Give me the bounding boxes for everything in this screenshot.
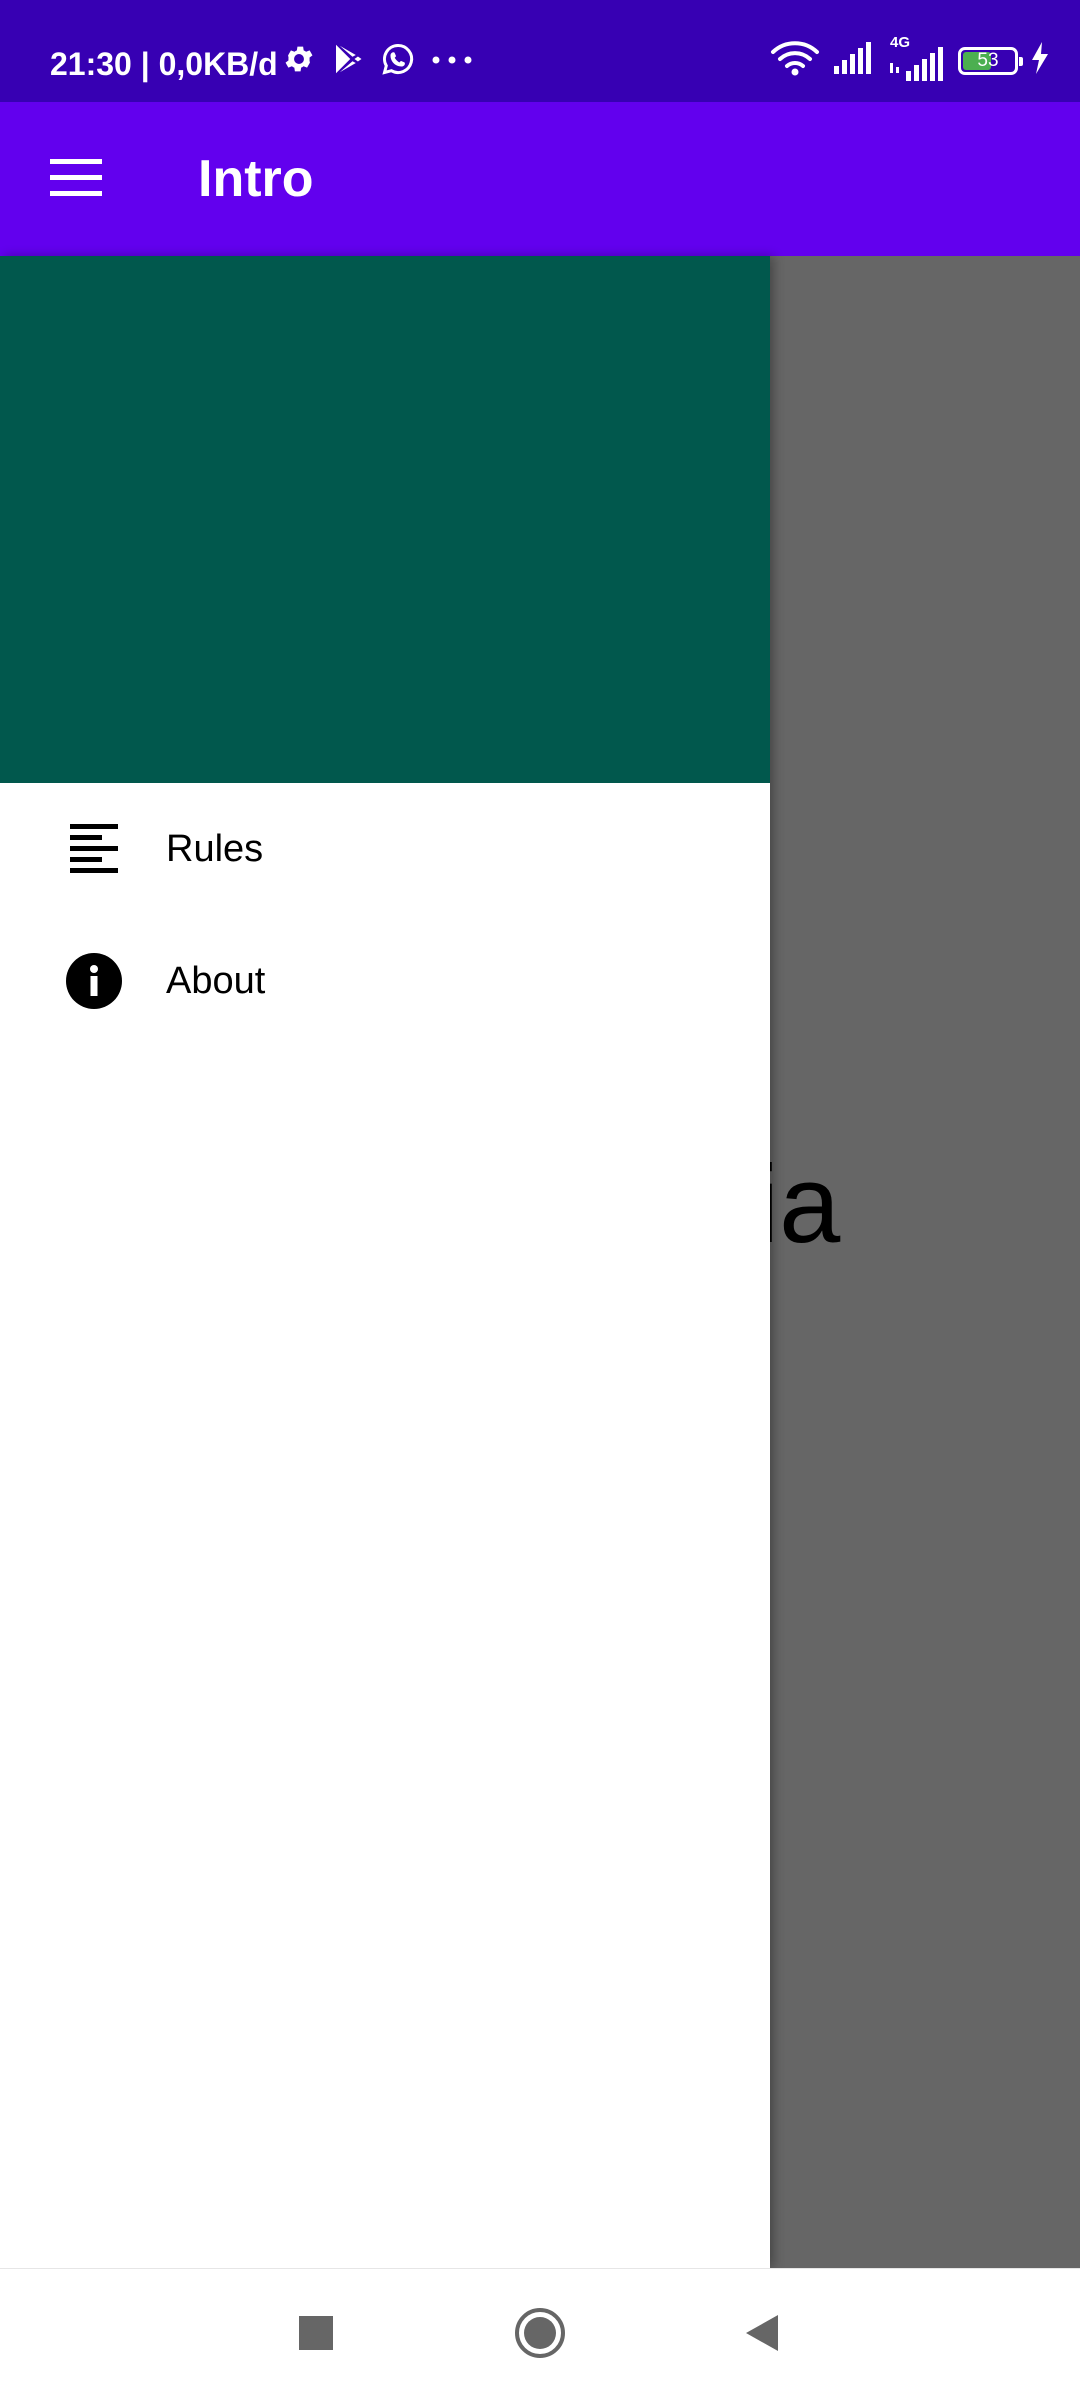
signal-4g-icon: 4G	[886, 34, 946, 81]
more-icon	[430, 53, 474, 71]
menu-button[interactable]	[38, 142, 114, 218]
whatsapp-icon	[380, 41, 416, 82]
signal-icon	[832, 42, 874, 79]
status-bar: 21:30 | 0,0KB/d 4G 53	[0, 0, 1080, 102]
back-button[interactable]	[722, 2295, 802, 2375]
settings-icon	[282, 42, 316, 81]
drawer-list: Rules About	[0, 783, 770, 1047]
status-icons-left	[282, 41, 488, 82]
drawer-item-about[interactable]: About	[0, 915, 770, 1047]
rules-icon	[64, 819, 124, 879]
recents-button[interactable]	[276, 2295, 356, 2375]
battery-tip	[1019, 56, 1023, 66]
drawer-item-rules[interactable]: Rules	[0, 783, 770, 915]
info-icon	[64, 951, 124, 1011]
app-title: Intro	[198, 150, 314, 208]
status-icons-right: 4G 53	[758, 34, 1050, 81]
navigation-drawer: Rules About	[0, 256, 770, 2268]
drawer-header	[0, 256, 770, 783]
drawer-item-label: About	[166, 960, 266, 1002]
battery-icon: 53	[958, 46, 1023, 75]
circle-icon	[514, 2307, 566, 2364]
navigation-bar	[0, 2268, 1080, 2400]
triangle-back-icon	[744, 2313, 780, 2358]
wifi-icon	[770, 40, 820, 81]
play-store-icon	[330, 41, 366, 82]
home-button[interactable]	[500, 2295, 580, 2375]
drawer-item-label: Rules	[166, 828, 264, 870]
battery-level: 53	[977, 49, 999, 71]
hamburger-menu-icon	[50, 158, 102, 202]
status-time: 21:30 | 0,0KB/d	[50, 46, 278, 82]
app-bar: Intro	[0, 102, 1080, 256]
square-icon	[299, 2315, 333, 2355]
charging-icon	[1030, 42, 1050, 79]
